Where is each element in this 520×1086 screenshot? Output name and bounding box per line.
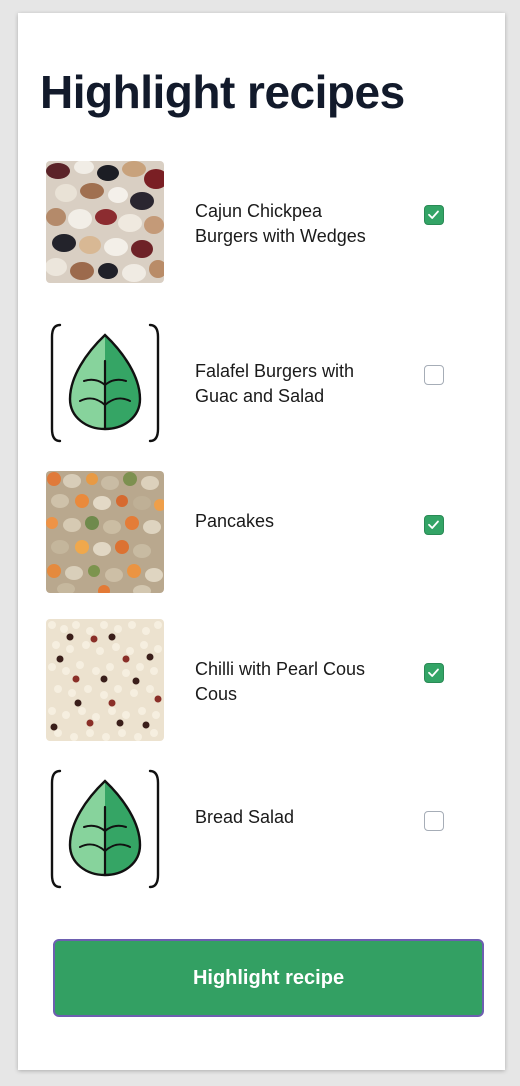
- beans-photo: [46, 161, 164, 283]
- check-icon: [428, 210, 439, 219]
- page-title: Highlight recipes: [40, 66, 405, 118]
- leaf-icon: [46, 321, 164, 443]
- check-icon: [428, 668, 439, 677]
- lentils-photo: [46, 471, 164, 593]
- recipe-checkbox[interactable]: [424, 205, 444, 225]
- recipe-item[interactable]: Cajun Chickpea Burgers with Wedges: [46, 161, 466, 285]
- highlight-recipe-button[interactable]: Highlight recipe: [53, 939, 484, 1017]
- check-icon: [428, 520, 439, 529]
- recipe-checkbox[interactable]: [424, 365, 444, 385]
- recipe-card: Highlight recipes Cajun Chickpea Burgers…: [18, 13, 505, 1070]
- recipe-item[interactable]: Bread Salad: [46, 767, 466, 891]
- quinoa-photo: [46, 619, 164, 741]
- recipe-name: Pancakes: [195, 511, 275, 531]
- recipe-name: Cajun Chickpea Burgers with Wedges: [195, 201, 366, 246]
- recipe-item[interactable]: Chilli with Pearl Cous Cous: [46, 619, 466, 743]
- recipe-item[interactable]: Pancakes: [46, 471, 466, 595]
- recipe-name: Bread Salad: [195, 807, 295, 827]
- recipe-checkbox[interactable]: [424, 515, 444, 535]
- recipe-name: Chilli with Pearl Cous Cous: [195, 659, 366, 704]
- recipe-checkbox[interactable]: [424, 811, 444, 831]
- recipe-checkbox[interactable]: [424, 663, 444, 683]
- leaf-icon: [46, 767, 164, 889]
- recipe-item[interactable]: Falafel Burgers with Guac and Salad: [46, 321, 466, 445]
- recipe-name: Falafel Burgers with Guac and Salad: [195, 361, 355, 406]
